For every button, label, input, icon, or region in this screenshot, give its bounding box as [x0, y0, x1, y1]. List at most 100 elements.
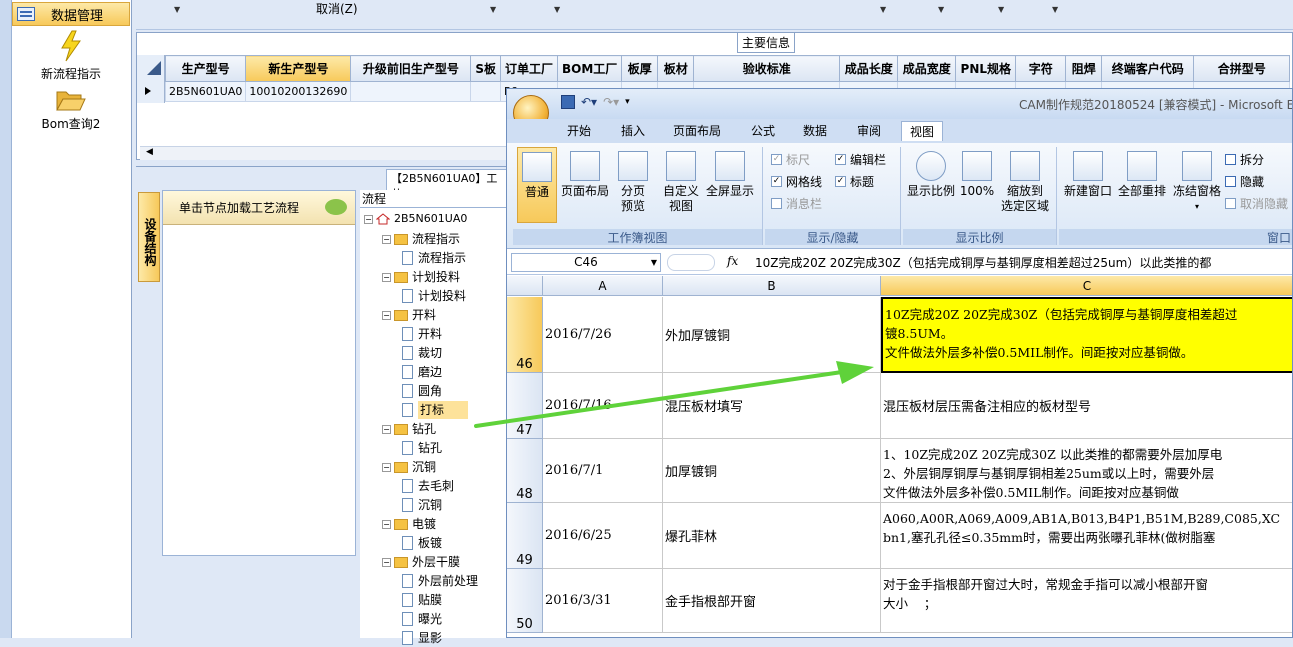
- side-tab-equipment[interactable]: 设备结构: [138, 192, 160, 282]
- collapse-icon[interactable]: −: [382, 310, 391, 320]
- dropdown-arrow-icon[interactable]: ▼: [554, 5, 560, 14]
- tree-folder-node[interactable]: − 外层干膜: [382, 553, 460, 571]
- column-header-b[interactable]: B: [663, 276, 881, 296]
- tree-leaf-node[interactable]: 钻孔: [402, 439, 442, 457]
- row-header[interactable]: 46: [507, 297, 543, 373]
- cell-content[interactable]: 1、10Z完成20Z 20Z完成30Z 以此类推的都需要外层加厚电 2、外层铜厚…: [881, 439, 1292, 503]
- row-header[interactable]: 47: [507, 373, 543, 439]
- cell-content[interactable]: A060,A00R,A069,A009,AB1A,B013,B4P1,B51M,…: [881, 503, 1292, 569]
- collapse-icon[interactable]: −: [382, 272, 391, 282]
- collapse-icon[interactable]: −: [382, 234, 391, 244]
- cell-date[interactable]: 2016/3/31: [543, 569, 663, 633]
- column-header[interactable]: 板厚: [621, 55, 659, 82]
- tree-root[interactable]: − 2B5N601UA0: [364, 210, 467, 228]
- select-all-corner[interactable]: [507, 276, 543, 296]
- split-button[interactable]: 拆分: [1225, 151, 1264, 168]
- redo-icon[interactable]: ↷▾: [603, 95, 619, 109]
- ribbon-tab[interactable]: 页面布局: [673, 122, 721, 139]
- tree-folder-node[interactable]: − 开料: [382, 306, 436, 324]
- save-icon[interactable]: [561, 95, 575, 109]
- tree-folder-node[interactable]: − 计划投料: [382, 268, 460, 286]
- cell-content[interactable]: 对于金手指根部开窗过大时，常规金手指可以减小根部开窗 大小 ；: [881, 569, 1292, 633]
- ribbon-tab[interactable]: 视图: [901, 121, 944, 141]
- tree-leaf-node[interactable]: 开料: [402, 325, 442, 343]
- column-header[interactable]: PNL规格: [955, 55, 1017, 82]
- column-header-c[interactable]: C: [881, 276, 1292, 296]
- full-screen-button[interactable]: 全屏显示: [703, 151, 757, 199]
- table-cell[interactable]: [470, 81, 501, 102]
- cell-title[interactable]: 加厚镀铜: [663, 439, 881, 503]
- column-header[interactable]: S板: [470, 55, 501, 82]
- tree-leaf-node[interactable]: 板镀: [402, 534, 442, 552]
- cell-date[interactable]: 2016/6/25: [543, 503, 663, 569]
- message-bar-checkbox[interactable]: 消息栏: [771, 195, 822, 212]
- gridlines-checkbox[interactable]: ✓ 网格线: [771, 173, 822, 190]
- fx-icon[interactable]: fx: [727, 254, 738, 268]
- column-header[interactable]: 生产型号: [164, 55, 247, 82]
- column-header[interactable]: 成品长度: [839, 55, 899, 82]
- column-header[interactable]: 字符: [1015, 55, 1067, 82]
- tree-leaf-node[interactable]: 显影: [402, 629, 442, 647]
- cell-date[interactable]: 2016/7/26: [543, 297, 663, 373]
- customize-qat-icon[interactable]: ▾: [625, 97, 630, 107]
- cell-date[interactable]: 2016/7/16: [543, 373, 663, 439]
- collapse-icon[interactable]: −: [382, 519, 391, 529]
- ribbon-tab[interactable]: 开始: [567, 122, 591, 139]
- zoom-100-button[interactable]: 100%: [959, 151, 995, 199]
- column-header[interactable]: 板材: [657, 55, 695, 82]
- tree-folder-node[interactable]: − 钻孔: [382, 420, 436, 438]
- normal-view-button[interactable]: 普通: [517, 147, 557, 223]
- collapse-icon[interactable]: −: [382, 462, 391, 472]
- new-process-button[interactable]: 新流程指示: [12, 30, 130, 82]
- column-header[interactable]: 合拼型号: [1193, 55, 1291, 82]
- unhide-button[interactable]: 取消隐藏: [1225, 195, 1288, 212]
- freeze-panes-button[interactable]: 冻结窗格 ▾: [1171, 151, 1223, 214]
- column-header[interactable]: 订单工厂: [499, 55, 559, 82]
- cell-title[interactable]: 混压板材填写: [663, 373, 881, 439]
- horizontal-scrollbar[interactable]: ◀: [140, 146, 510, 160]
- row-header[interactable]: 50: [507, 569, 543, 633]
- tree-leaf-node[interactable]: 磨边: [402, 363, 442, 381]
- data-management-header[interactable]: 数据管理: [12, 2, 130, 26]
- tree-folder-node[interactable]: − 电镀: [382, 515, 436, 533]
- column-header[interactable]: 终端客户代码: [1101, 55, 1195, 82]
- column-header[interactable]: 成品宽度: [897, 55, 957, 82]
- cell-content[interactable]: 混压板材层压需备注相应的板材型号: [881, 373, 1292, 439]
- column-header[interactable]: 验收标准: [693, 55, 841, 82]
- row-header[interactable]: 49: [507, 503, 543, 569]
- page-layout-button[interactable]: 页面布局: [559, 151, 611, 199]
- tree-folder-node[interactable]: − 流程指示: [382, 230, 460, 248]
- tree-leaf-node[interactable]: 圆角: [402, 382, 442, 400]
- dropdown-arrow-icon[interactable]: ▼: [880, 5, 886, 14]
- cell-date[interactable]: 2016/7/1: [543, 439, 663, 503]
- ribbon-tab[interactable]: 插入: [621, 122, 645, 139]
- dropdown-arrow-icon[interactable]: ▼: [490, 5, 496, 14]
- tree-leaf-node[interactable]: 外层前处理: [402, 572, 478, 590]
- tree-leaf-node[interactable]: 贴膜: [402, 591, 442, 609]
- headings-checkbox[interactable]: ✓ 标题: [835, 173, 874, 190]
- cell-title[interactable]: 爆孔菲林: [663, 503, 881, 569]
- hide-button[interactable]: 隐藏: [1225, 173, 1264, 190]
- tree-leaf-node[interactable]: 沉铜: [402, 496, 442, 514]
- custom-views-button[interactable]: 自定义 视图: [661, 151, 701, 214]
- tree-leaf-node[interactable]: 去毛刺: [402, 477, 454, 495]
- zoom-to-selection-button[interactable]: 缩放到 选定区域: [997, 151, 1053, 214]
- zoom-button[interactable]: 显示比例: [905, 151, 957, 199]
- ribbon-tab[interactable]: 审阅: [857, 122, 881, 139]
- page-break-preview-button[interactable]: 分页 预览: [613, 151, 653, 214]
- collapse-icon[interactable]: −: [364, 214, 373, 224]
- ribbon-tab[interactable]: 公式: [751, 122, 775, 139]
- formula-expand-control[interactable]: [667, 254, 715, 271]
- ruler-checkbox[interactable]: ✓ 标尺: [771, 151, 810, 168]
- dropdown-arrow-icon[interactable]: ▼: [938, 5, 944, 14]
- table-cell[interactable]: [350, 81, 472, 102]
- cancel-button[interactable]: 取消(Z): [316, 0, 358, 17]
- dropdown-arrow-icon[interactable]: ▼: [174, 5, 180, 14]
- row-header[interactable]: 48: [507, 439, 543, 503]
- cell-content[interactable]: 10Z完成20Z 20Z完成30Z（包括完成铜厚与基铜厚度相差超过 镀8.5UM…: [881, 297, 1292, 373]
- formula-input[interactable]: 10Z完成20Z 20Z完成30Z（包括完成铜厚与基铜厚度相差超过25um）以此…: [755, 254, 1211, 271]
- tree-leaf-node[interactable]: 曝光: [402, 610, 442, 628]
- dropdown-arrow-icon[interactable]: ▼: [998, 5, 1004, 14]
- new-window-button[interactable]: 新建窗口: [1063, 151, 1113, 199]
- table-cell[interactable]: 2B5N601UA0: [164, 81, 247, 102]
